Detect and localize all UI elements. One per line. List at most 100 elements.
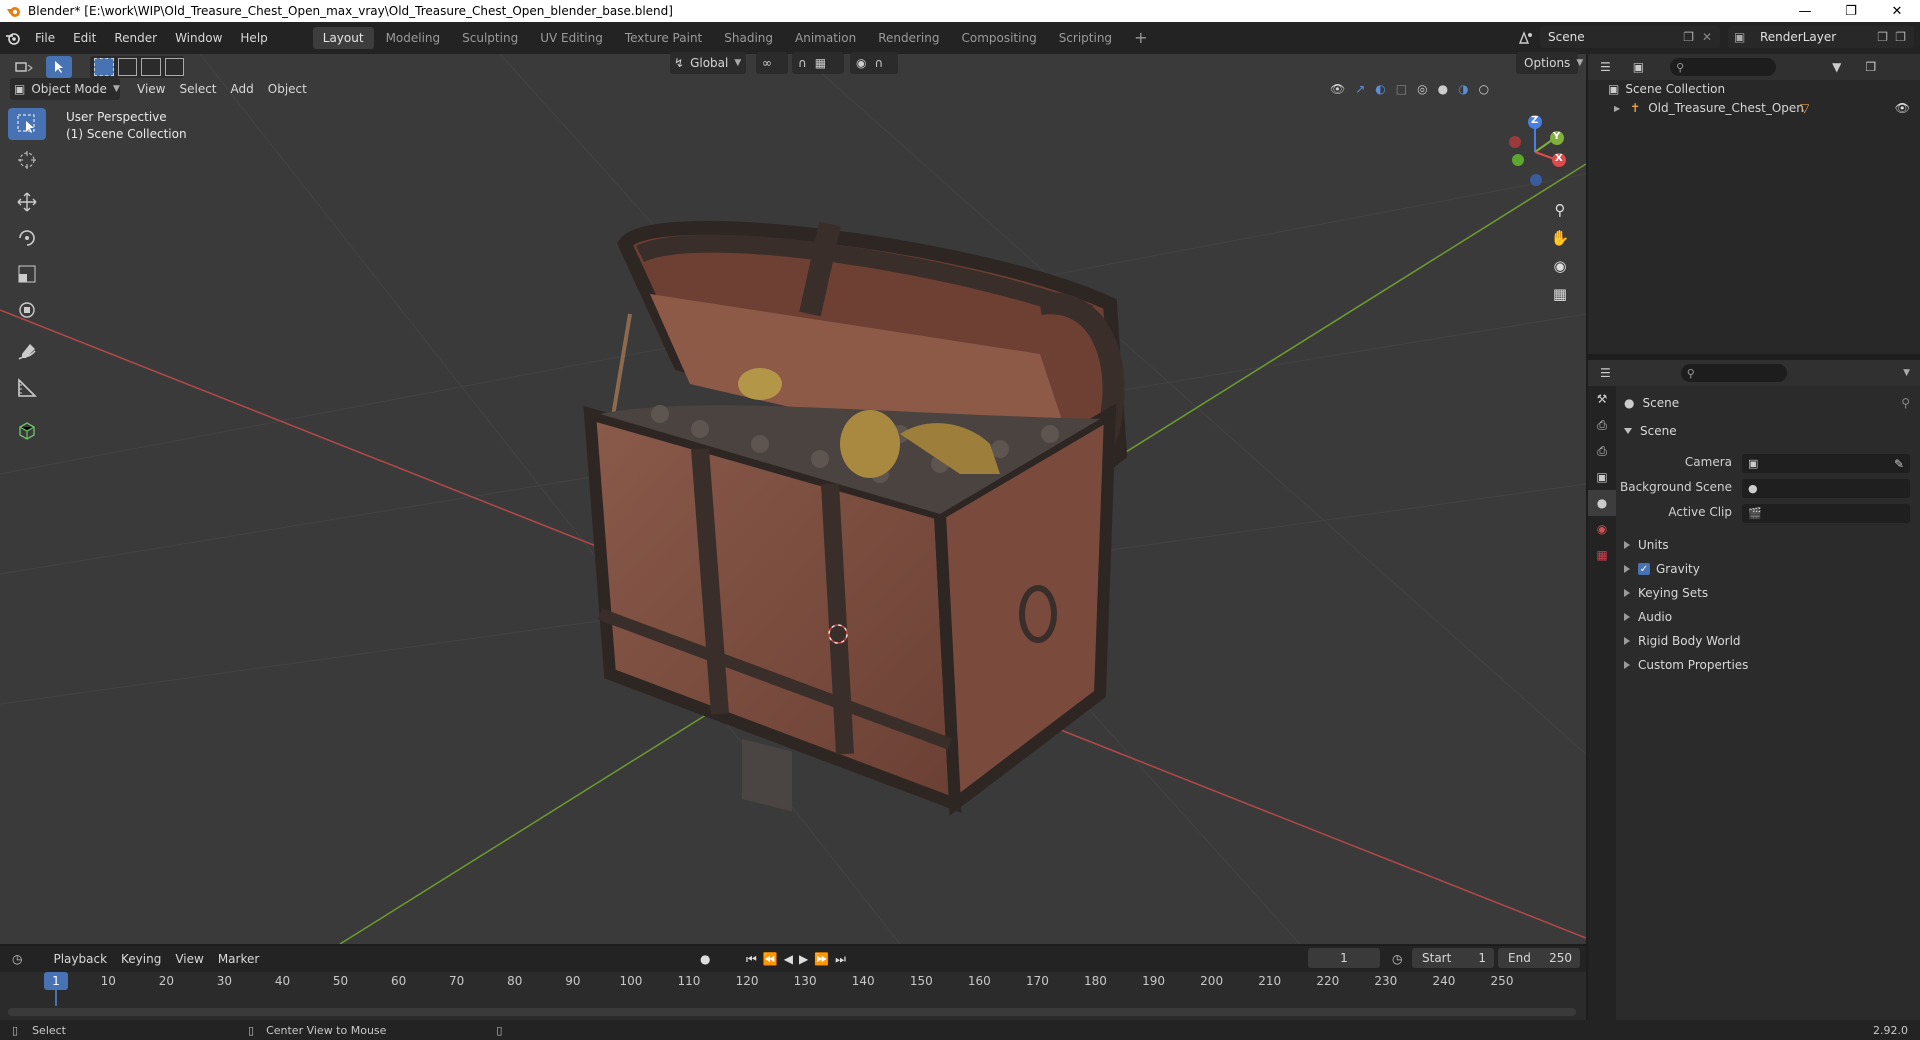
workspace-tab-shading[interactable]: Shading xyxy=(714,27,783,49)
scene-browse-icon[interactable] xyxy=(1514,28,1538,48)
timeline-scrollbar[interactable] xyxy=(8,1008,1576,1016)
tool-tab-icon[interactable]: ⚒ xyxy=(1588,386,1616,412)
menu-edit[interactable]: Edit xyxy=(64,22,105,54)
add-workspace-icon[interactable]: + xyxy=(1124,27,1157,49)
select-box-tool[interactable] xyxy=(8,108,46,140)
workspace-tab-scripting[interactable]: Scripting xyxy=(1049,27,1122,49)
cursor-tool[interactable] xyxy=(8,144,46,176)
workspace-tab-layout[interactable]: Layout xyxy=(312,27,374,49)
scene-tab-icon[interactable]: ● xyxy=(1588,490,1616,516)
custom-properties-panel-header[interactable]: Custom Properties xyxy=(1624,654,1914,676)
chevron-down-icon[interactable]: ▼ xyxy=(1903,368,1910,378)
measure-tool[interactable] xyxy=(8,372,46,404)
outliner-editor-icon[interactable]: ☰ xyxy=(1600,60,1611,74)
workspace-tab-uv-editing[interactable]: UV Editing xyxy=(530,27,613,49)
scale-tool[interactable] xyxy=(8,258,46,290)
menu-select[interactable]: Select xyxy=(172,79,223,99)
remove-scene-icon[interactable]: ✕ xyxy=(1702,30,1712,44)
close-icon[interactable]: ✕ xyxy=(1874,0,1920,22)
menu-timeline-view[interactable]: View xyxy=(168,949,210,969)
texture-tab-icon[interactable]: ▦ xyxy=(1588,542,1616,568)
preview-range-icon[interactable]: ◷ xyxy=(1392,952,1402,966)
eyedropper-icon[interactable]: ✎ xyxy=(1894,457,1904,471)
render-tab-icon[interactable]: ⎙ xyxy=(1588,412,1616,438)
gravity-checkbox[interactable]: ✓ xyxy=(1638,563,1650,575)
rendered-shading-icon[interactable]: ○ xyxy=(1479,82,1489,96)
perspective-grid-icon[interactable]: ▦ xyxy=(1546,280,1574,308)
menu-object[interactable]: Object xyxy=(261,79,314,99)
scene-panel-header[interactable]: Scene xyxy=(1624,420,1914,442)
camera-field[interactable]: ▣ ✎ xyxy=(1742,454,1910,473)
options-dropdown[interactable]: Options ▼ xyxy=(1516,52,1583,74)
wireframe-shading-icon[interactable]: ◎ xyxy=(1417,82,1427,96)
record-icon[interactable]: ● xyxy=(700,952,710,966)
renderlayer-selector[interactable]: RenderLayer ▣ ❐ ❐ xyxy=(1728,26,1914,48)
background-scene-field[interactable]: ● xyxy=(1742,479,1910,498)
workspace-tab-modeling[interactable]: Modeling xyxy=(376,27,451,49)
snap-toggle[interactable]: ∩ ▦ xyxy=(792,52,844,74)
select-new-icon[interactable] xyxy=(94,58,114,76)
remove-renderlayer-icon[interactable]: ❐ xyxy=(1895,30,1906,44)
expand-arrow-icon[interactable]: ▶ xyxy=(1614,104,1620,113)
current-frame-field[interactable]: 1 xyxy=(1308,948,1380,968)
minimize-icon[interactable]: — xyxy=(1782,0,1828,22)
output-tab-icon[interactable]: ⎙ xyxy=(1588,438,1616,464)
menu-add[interactable]: Add xyxy=(224,79,261,99)
workspace-tab-rendering[interactable]: Rendering xyxy=(868,27,949,49)
menu-keying[interactable]: Keying xyxy=(114,949,168,969)
active-clip-field[interactable]: 🎬 xyxy=(1742,504,1910,523)
xray-toggle-icon[interactable]: □ xyxy=(1396,82,1407,96)
restore-icon[interactable]: ❐ xyxy=(1828,0,1874,22)
editor-type-icon[interactable] xyxy=(8,56,42,78)
3d-viewport[interactable] xyxy=(0,54,1586,944)
scene-selector[interactable]: Scene ❐ ✕ xyxy=(1540,26,1720,48)
transform-orientation-dropdown[interactable]: ↯ Global ▼ xyxy=(670,52,746,74)
menu-file[interactable]: File xyxy=(26,22,64,54)
mode-dropdown[interactable]: ▣ Object Mode ▼ xyxy=(10,78,120,100)
display-mode-icon[interactable]: ▣ xyxy=(1633,60,1644,74)
properties-search-input[interactable]: ⚲ xyxy=(1680,364,1787,382)
playback-controls[interactable]: ⏮⏪◀▶⏩⏭ xyxy=(746,952,852,967)
rigid-body-world-panel-header[interactable]: Rigid Body World xyxy=(1624,630,1914,652)
new-scene-icon[interactable]: ❐ xyxy=(1683,30,1694,44)
new-renderlayer-icon[interactable]: ❐ xyxy=(1877,30,1888,44)
keying-sets-panel-header[interactable]: Keying Sets xyxy=(1624,582,1914,604)
eye-icon[interactable]: 👁 xyxy=(1895,101,1910,115)
annotate-tool[interactable] xyxy=(8,336,46,368)
overlay-toggle-icon[interactable]: ◐ xyxy=(1375,82,1385,96)
properties-editor-icon[interactable]: ☰ xyxy=(1600,366,1611,380)
new-collection-icon[interactable]: ❐ xyxy=(1865,60,1876,74)
menu-view[interactable]: View xyxy=(130,79,172,99)
workspace-tab-sculpting[interactable]: Sculpting xyxy=(452,27,528,49)
add-cube-tool[interactable] xyxy=(8,414,46,446)
filter-icon[interactable]: ▼ xyxy=(1832,60,1841,74)
select-tool-mode-icon[interactable] xyxy=(46,56,72,78)
camera-view-icon[interactable]: ◉ xyxy=(1546,252,1574,280)
move-tool[interactable] xyxy=(8,186,46,218)
transform-tool[interactable] xyxy=(8,294,46,326)
workspace-tab-texture-paint[interactable]: Texture Paint xyxy=(615,27,712,49)
pivot-point-dropdown[interactable]: ∞ xyxy=(756,52,788,74)
solid-shading-icon[interactable]: ● xyxy=(1438,82,1448,96)
pan-hand-icon[interactable]: ✋ xyxy=(1546,224,1574,252)
view-layer-tab-icon[interactable]: ▣ xyxy=(1588,464,1616,490)
select-subtract-icon[interactable] xyxy=(141,58,161,76)
end-frame-field[interactable]: End 250 xyxy=(1498,948,1580,968)
world-tab-icon[interactable]: ◉ xyxy=(1588,516,1616,542)
workspace-tab-animation[interactable]: Animation xyxy=(785,27,866,49)
workspace-tab-compositing[interactable]: Compositing xyxy=(951,27,1046,49)
select-intersect-icon[interactable] xyxy=(164,58,184,76)
proportional-edit-toggle[interactable]: ◉ ∩ xyxy=(850,52,898,74)
units-panel-header[interactable]: Units xyxy=(1624,534,1914,556)
zoom-icon[interactable]: ⚲ xyxy=(1546,196,1574,224)
material-shading-icon[interactable]: ◑ xyxy=(1458,82,1468,96)
menu-render[interactable]: Render xyxy=(105,22,166,54)
timeline-editor-icon[interactable]: ◷ xyxy=(12,952,22,966)
menu-playback[interactable]: Playback xyxy=(46,949,114,969)
menu-window[interactable]: Window xyxy=(166,22,231,54)
blender-menu-icon[interactable] xyxy=(0,30,26,46)
pin-icon[interactable]: ⚲ xyxy=(1901,396,1910,410)
gizmo-toggle-icon[interactable]: ↗ xyxy=(1355,82,1365,96)
audio-panel-header[interactable]: Audio xyxy=(1624,606,1914,628)
rotate-tool[interactable] xyxy=(8,222,46,254)
